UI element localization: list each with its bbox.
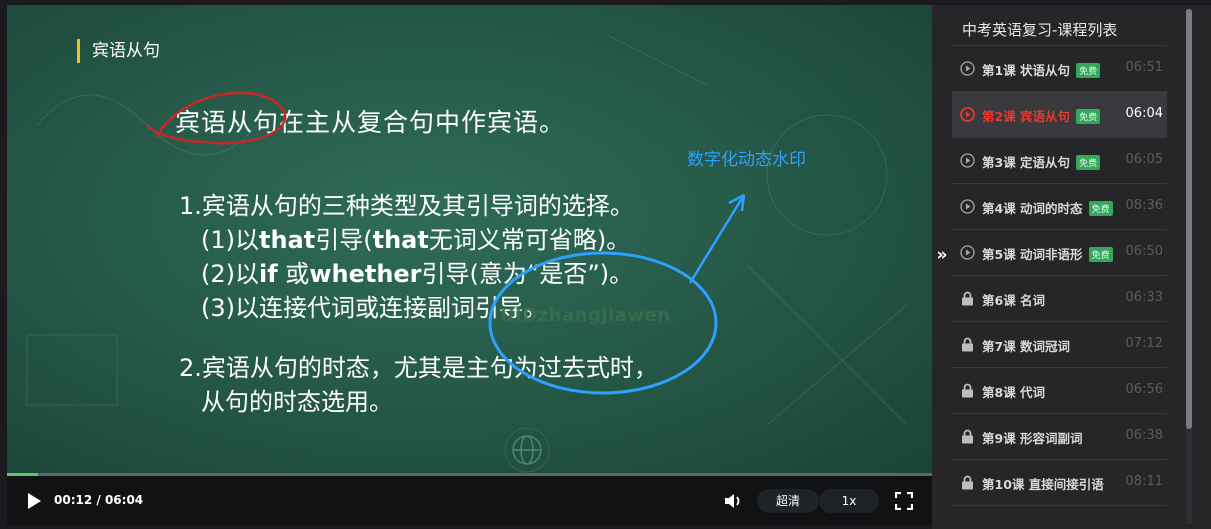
play-circle-icon <box>960 245 975 260</box>
total-duration: 06:04 <box>104 493 144 507</box>
speed-button[interactable]: 1x <box>819 489 879 513</box>
play-icon <box>28 493 41 509</box>
course-item-label: 第10课 直接间接引语 <box>982 477 1104 492</box>
play-circle-icon <box>960 199 975 214</box>
lock-icon <box>962 475 973 490</box>
scrollbar-thumb[interactable] <box>1186 9 1192 429</box>
course-item-label: 第5课 动词非语形 免费 <box>982 244 1113 263</box>
course-item-label: 第8课 代词 <box>982 385 1046 400</box>
play-circle-icon <box>960 61 975 76</box>
volume-icon <box>725 494 740 508</box>
globe-emblem <box>512 435 542 465</box>
lock-icon <box>962 337 973 352</box>
lock-icon <box>962 429 973 444</box>
fullscreen-icon <box>894 491 914 511</box>
course-item-label: 第4课 动词的时态 免费 <box>982 198 1113 217</box>
course-item-duration: 06:33 <box>1125 290 1163 305</box>
free-badge: 免费 <box>1088 201 1113 216</box>
blue-ink-ellipse <box>488 251 718 395</box>
course-item[interactable]: 第5课 动词非语形 免费 06:50 <box>952 230 1167 276</box>
course-item[interactable]: 第4课 动词的时态 免费 08:36 <box>952 184 1167 230</box>
free-badge: 免费 <box>1088 247 1113 262</box>
course-item-duration: 06:56 <box>1125 382 1163 397</box>
course-item-duration: 06:05 <box>1125 152 1163 167</box>
course-item[interactable]: 第8课 代词 06:56 <box>952 368 1167 414</box>
course-list-panel: 中考英语复习-课程列表 第1课 状语从句 免费 06:51 第2课 宾语从句 免费 06:… <box>932 5 1211 529</box>
course-item-label: 第9课 形容词副词 <box>982 431 1083 446</box>
collapse-sidebar-button[interactable]: » <box>933 246 951 264</box>
course-list: 第1课 状语从句 免费 06:51 第2课 宾语从句 免费 06:04 第3课 定语从句 免费… <box>952 46 1167 506</box>
play-circle-icon <box>960 153 975 168</box>
current-time: 00:12 <box>54 493 93 507</box>
course-item-label: 第3课 定语从句 免费 <box>982 152 1101 171</box>
course-item[interactable]: 第10课 直接间接引语 08:11 <box>952 460 1167 506</box>
course-item[interactable]: 第6课 名词 06:33 <box>952 276 1167 322</box>
play-circle-icon <box>960 107 975 122</box>
course-item[interactable]: 第2课 宾语从句 免费 06:04 <box>952 92 1167 138</box>
free-badge: 免费 <box>1076 155 1101 170</box>
course-item-label: 第2课 宾语从句 免费 <box>982 106 1101 125</box>
quality-button[interactable]: 超清 <box>757 489 819 513</box>
course-item-duration: 08:11 <box>1125 474 1163 489</box>
course-list-title: 中考英语复习-课程列表 <box>962 21 1118 39</box>
course-item-duration: 06:51 <box>1125 60 1163 75</box>
volume-button[interactable] <box>723 491 743 511</box>
course-item[interactable]: 第3课 定语从句 免费 06:05 <box>952 138 1167 184</box>
course-item-duration: 08:36 <box>1125 198 1163 213</box>
course-item-duration: 06:38 <box>1125 428 1163 443</box>
time-display: 00:12 / 06:04 <box>54 493 144 507</box>
course-item-duration: 06:50 <box>1125 244 1163 259</box>
annotation-overlay <box>146 91 746 465</box>
control-bar: 00:12 / 06:04 超清 1x <box>7 476 932 526</box>
course-item-label: 第6课 名词 <box>982 293 1046 308</box>
lock-icon <box>962 383 973 398</box>
free-badge: 免费 <box>1076 109 1101 124</box>
play-button[interactable] <box>25 492 43 510</box>
red-ink-circle <box>146 91 287 145</box>
fullscreen-button[interactable] <box>894 491 914 511</box>
course-item-duration: 07:12 <box>1125 336 1163 351</box>
course-item[interactable]: 第9课 形容词副词 06:38 <box>952 414 1167 460</box>
free-badge: 免费 <box>1076 63 1101 78</box>
course-item[interactable]: 第7课 数词冠词 07:12 <box>952 322 1167 368</box>
course-item-duration: 06:04 <box>1125 106 1163 121</box>
video-player[interactable]: 宾语从句 宾语从句在主从复合句中作宾语。 1.宾语从句的三种类型及其引导词的选择… <box>7 5 932 474</box>
course-item[interactable]: 第1课 状语从句 免费 06:51 <box>952 46 1167 92</box>
course-item-label: 第1课 状语从句 免费 <box>982 60 1101 79</box>
blue-ink-arrow <box>688 194 746 284</box>
lock-icon <box>962 291 973 306</box>
course-item-label: 第7课 数词冠词 <box>982 339 1071 354</box>
